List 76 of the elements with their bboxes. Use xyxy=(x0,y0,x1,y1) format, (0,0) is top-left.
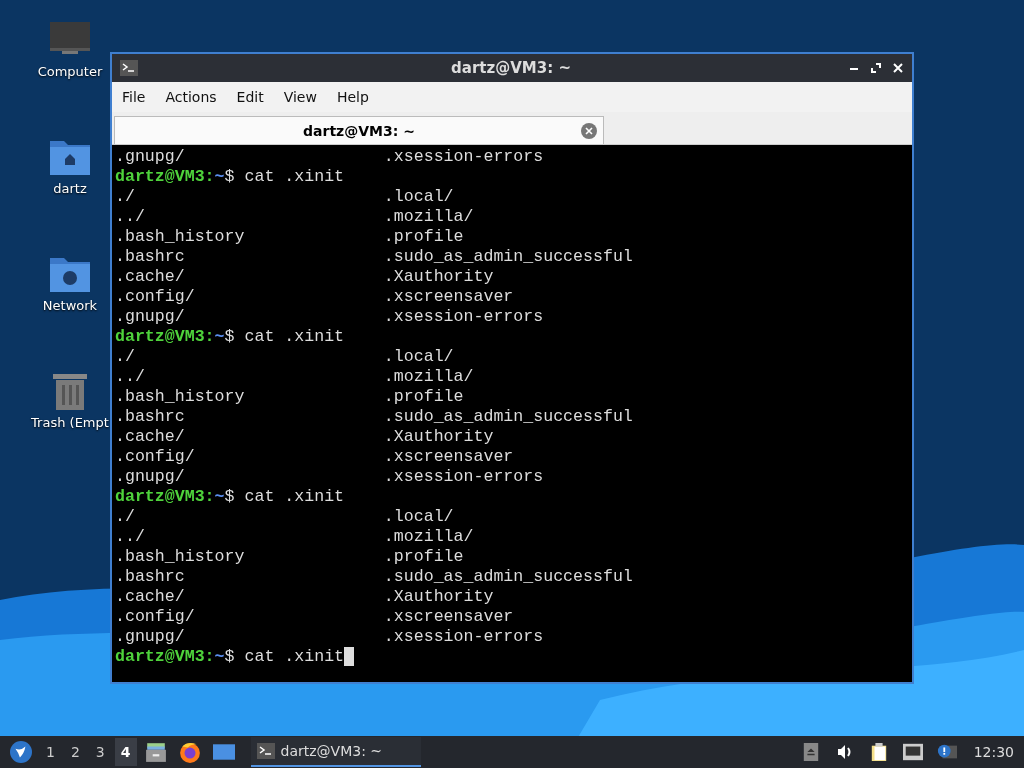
taskbar-window-button[interactable]: dartz@VM3: ~ xyxy=(250,737,421,767)
terminal-text: ./ xyxy=(115,347,136,367)
command-prompt: dartz@VM3:~$ cat .xinit xyxy=(115,327,345,347)
terminal-text: ../ xyxy=(115,367,146,387)
clock[interactable]: 12:30 xyxy=(973,744,1014,760)
menu-item[interactable]: View xyxy=(281,85,327,109)
terminal-text: .cache/ xyxy=(115,427,186,447)
terminal-icon xyxy=(256,743,275,759)
terminal-text: .sudo_as_admin_successful xyxy=(383,567,633,587)
terminal-text: ./ xyxy=(115,507,136,527)
terminal-text: .gnupg/ xyxy=(115,627,186,647)
terminal-text: .bash_history xyxy=(115,547,246,567)
notification-icon[interactable] xyxy=(936,743,957,761)
terminal-text: .mozilla/ xyxy=(383,367,474,387)
terminal-text: .cache/ xyxy=(115,587,186,607)
terminal-text: .mozilla/ xyxy=(383,527,474,547)
desktop-icon-label[interactable]: dartz xyxy=(53,181,87,196)
terminal-text: .xsession-errors xyxy=(383,307,544,327)
file-cabinet-icon[interactable] xyxy=(144,741,167,763)
terminal-text: .xsession-errors xyxy=(383,147,544,167)
terminal-text: .bashrc xyxy=(115,407,186,427)
terminal-text: .gnupg/ xyxy=(115,467,186,487)
terminal-tab[interactable]: dartz@VM3: ~ xyxy=(114,116,604,144)
command-prompt: dartz@VM3:~$ cat .xinit xyxy=(115,167,345,187)
desktop-icon-label[interactable]: Computer xyxy=(37,64,103,79)
terminal-text: .profile xyxy=(383,387,464,407)
workspace-button[interactable]: 3 xyxy=(89,738,111,766)
terminal-text: .xsession-errors xyxy=(383,627,544,647)
terminal-text: .profile xyxy=(383,547,464,567)
terminal-text: .Xauthority xyxy=(383,427,494,447)
terminal-text: .Xauthority xyxy=(383,267,494,287)
terminal-text: ./ xyxy=(115,187,136,207)
terminal-text: .bash_history xyxy=(115,387,246,407)
terminal-text: .local/ xyxy=(383,347,454,367)
terminal-text: ../ xyxy=(115,207,146,227)
terminal-text: .sudo_as_admin_successful xyxy=(383,407,633,427)
terminal-text: .xscreensaver xyxy=(383,607,514,627)
command-prompt: dartz@VM3:~$ cat .xinit xyxy=(115,487,345,507)
terminal-area[interactable] xyxy=(112,145,912,682)
desktop-icon-label[interactable]: Trash (Empt xyxy=(31,415,109,430)
terminal-text: .cache/ xyxy=(115,267,186,287)
maximize-icon[interactable] xyxy=(870,62,882,74)
menu-item[interactable]: File xyxy=(120,85,156,109)
terminal-text: .xscreensaver xyxy=(383,287,514,307)
terminal-text: ../ xyxy=(115,527,146,547)
desktop-icon-label[interactable]: Network xyxy=(42,298,98,313)
terminal-text: .config/ xyxy=(115,287,196,307)
network-port-icon[interactable] xyxy=(902,743,923,761)
terminal-text: .bash_history xyxy=(115,227,246,247)
menu-item[interactable]: Actions xyxy=(163,85,227,109)
command-prompt: dartz@VM3:~$ cat .xinit xyxy=(115,647,345,667)
terminal-text: .gnupg/ xyxy=(115,307,186,327)
terminal-text: .Xauthority xyxy=(383,587,494,607)
close-tab-icon[interactable] xyxy=(581,122,597,139)
terminal-text: .local/ xyxy=(383,187,454,207)
terminal-text: .mozilla/ xyxy=(383,207,474,227)
show-desktop-icon[interactable] xyxy=(212,741,235,763)
window-title: dartz@VM3: ~ xyxy=(450,59,572,77)
terminal-text: .bashrc xyxy=(115,247,186,267)
workspace-button[interactable]: 4 xyxy=(114,738,137,766)
terminal-text: .gnupg/ xyxy=(115,147,186,167)
terminal-text: .sudo_as_admin_successful xyxy=(383,247,633,267)
terminal-text: .bashrc xyxy=(115,567,186,587)
workspace-button[interactable]: 2 xyxy=(64,738,86,766)
menu-item[interactable]: Help xyxy=(334,85,379,109)
browser-icon[interactable] xyxy=(178,741,201,763)
terminal-text: .config/ xyxy=(115,607,196,627)
workspace-button[interactable]: 1 xyxy=(40,738,61,766)
terminal-text: .profile xyxy=(383,227,464,247)
close-icon[interactable] xyxy=(892,62,904,74)
terminal-text: .xsession-errors xyxy=(383,467,544,487)
terminal-text: .local/ xyxy=(383,507,454,527)
terminal-icon xyxy=(120,60,138,76)
terminal-text: .xscreensaver xyxy=(383,447,514,467)
menu-item[interactable]: Edit xyxy=(234,85,274,109)
terminal-text: .config/ xyxy=(115,447,196,467)
